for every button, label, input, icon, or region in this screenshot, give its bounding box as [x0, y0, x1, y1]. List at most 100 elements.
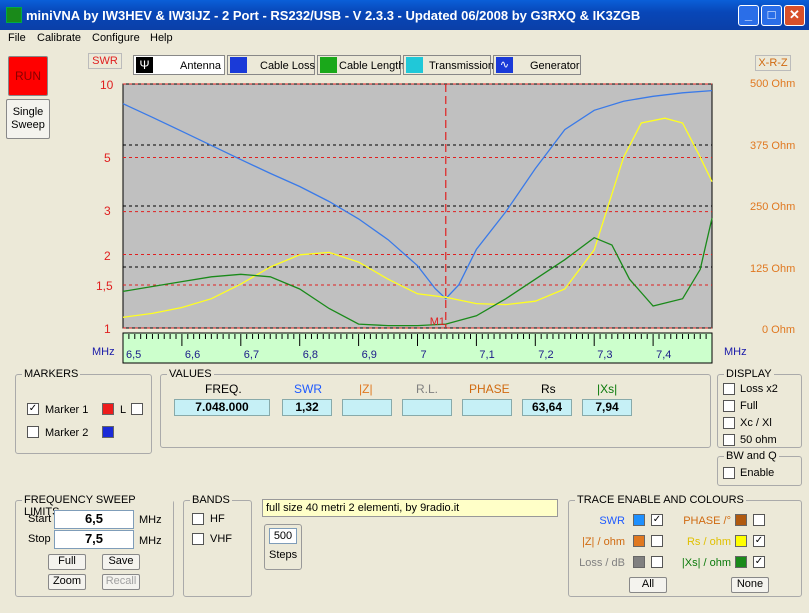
xc-xl-label: Xc / Xl — [740, 417, 772, 429]
vhf-label: VHF — [210, 533, 232, 545]
bands-panel: BANDS HF VHF — [183, 494, 252, 597]
x-tick-label-4: 6,9 — [362, 349, 377, 361]
freq-header: FREQ. — [205, 382, 242, 396]
trace-color-5[interactable] — [735, 556, 747, 568]
trace-label-1: |Z| / ohm — [581, 536, 625, 548]
bw-q-panel: BW and Q Enable — [717, 450, 802, 486]
recall-button[interactable]: Recall — [102, 574, 140, 590]
rs-header: Rs — [541, 382, 556, 396]
trace-none-button[interactable]: None — [731, 577, 769, 593]
trace-checkbox-1[interactable] — [651, 535, 663, 547]
trace-color-2[interactable] — [633, 556, 645, 568]
full-checkbox[interactable] — [723, 400, 735, 412]
phase-header: PHASE — [469, 382, 510, 396]
trace-color-3[interactable] — [735, 514, 747, 526]
mode-toolbar: Ψ Antenna Cable Loss Cable Length Transm… — [133, 55, 581, 75]
full-button[interactable]: Full — [48, 554, 86, 570]
x-tick-label-5: 7 — [421, 349, 427, 361]
marker1-label: Marker 1 — [45, 404, 89, 416]
x-tick-label-9: 7,4 — [656, 349, 671, 361]
loss-x2-label: Loss x2 — [740, 383, 778, 395]
50-ohm-checkbox[interactable] — [723, 434, 735, 446]
loss-x2-checkbox[interactable] — [723, 383, 735, 395]
display-panel: DISPLAY Loss x2 Full Xc / Xl 50 ohm — [717, 368, 802, 448]
freq-value: 7.048.000 — [174, 399, 270, 416]
menu-calibrate[interactable]: Calibrate — [37, 32, 81, 44]
marker1-checkbox[interactable]: ✓ — [27, 403, 39, 415]
description-field[interactable]: full size 40 metri 2 elementi, by 9radio… — [262, 499, 558, 517]
bw-q-enable-label: Enable — [740, 467, 775, 479]
sweep-limits-panel: FREQUENCY SWEEP LIMITS Start 6,5 MHz Sto… — [15, 494, 174, 597]
menu-file[interactable]: File — [8, 32, 26, 44]
close-button[interactable]: ✕ — [784, 5, 805, 26]
mode-transmission[interactable]: Transmission — [403, 55, 494, 75]
marker1-color[interactable] — [102, 403, 114, 415]
mode-cable-loss[interactable]: Cable Loss — [227, 55, 315, 75]
trace-checkbox-5[interactable]: ✓ — [753, 556, 765, 568]
mode-antenna[interactable]: Ψ Antenna — [133, 55, 225, 75]
app-icon — [6, 7, 22, 23]
trace-all-button[interactable]: All — [629, 577, 667, 593]
trace-label-2: Loss / dB — [579, 557, 625, 569]
x-tick-label-2: 6,7 — [244, 349, 259, 361]
mode-cable-length-label: Cable Length — [339, 60, 405, 72]
menu-configure[interactable]: Configure — [92, 32, 140, 44]
trace-label-3: PHASE /° — [683, 515, 731, 527]
sweep-chart[interactable]: M1 6,5 6,6 6,7 6,8 6,9 7 7,1 7,2 7,3 7,4 — [0, 76, 809, 366]
trace-label-0: SWR — [599, 515, 625, 527]
trace-title: TRACE ENABLE AND COLOURS — [575, 494, 746, 506]
trace-color-0[interactable] — [633, 514, 645, 526]
mode-cable-length[interactable]: Cable Length — [317, 55, 405, 75]
menu-bar: File Calibrate Configure Help — [0, 30, 809, 48]
rl-value — [402, 399, 452, 416]
xs-header: |Xs| — [597, 382, 618, 396]
marker1-l-checkbox[interactable] — [131, 403, 143, 415]
values-panel: VALUES FREQ. SWR |Z| R.L. PHASE Rs |Xs| … — [160, 368, 711, 448]
zoom-button[interactable]: Zoom — [48, 574, 86, 590]
xc-xl-checkbox[interactable] — [723, 417, 735, 429]
xrz-axis-title: X-R-Z — [755, 55, 791, 71]
mode-generator[interactable]: ∿ Generator — [493, 55, 581, 75]
trace-color-4[interactable] — [735, 535, 747, 547]
menu-help[interactable]: Help — [150, 32, 173, 44]
swr-axis-title: SWR — [88, 53, 122, 69]
hf-checkbox[interactable] — [192, 513, 204, 525]
trace-checkbox-4[interactable]: ✓ — [753, 535, 765, 547]
trace-color-1[interactable] — [633, 535, 645, 547]
stop-frequency-input[interactable]: 7,5 — [54, 530, 134, 549]
chart-area: 10 5 3 2 1,5 1 500 Ohm 375 Ohm 250 Ohm 1… — [0, 76, 809, 366]
steps-label: Steps — [269, 549, 298, 561]
cable-length-icon — [320, 57, 337, 73]
swr-value: 1,32 — [282, 399, 332, 416]
marker2-color[interactable] — [102, 426, 114, 438]
bands-title: BANDS — [190, 494, 232, 506]
vhf-checkbox[interactable] — [192, 533, 204, 545]
start-label: Start — [28, 513, 52, 525]
trace-checkbox-3[interactable] — [753, 514, 765, 526]
save-button[interactable]: Save — [102, 554, 140, 570]
trace-checkbox-2[interactable] — [651, 556, 663, 568]
trace-label-4: Rs / ohm — [686, 536, 731, 548]
z-header: |Z| — [359, 382, 373, 396]
marker-label: M1 — [430, 316, 445, 328]
marker1-l-label: L — [120, 404, 127, 416]
mode-antenna-label: Antenna — [180, 60, 221, 72]
start-frequency-input[interactable]: 6,5 — [54, 510, 134, 529]
maximize-button[interactable]: □ — [761, 5, 782, 26]
50-ohm-label: 50 ohm — [740, 434, 777, 446]
trace-label-5: |Xs| / ohm — [681, 557, 731, 569]
markers-title: MARKERS — [22, 368, 81, 380]
rl-header: R.L. — [416, 382, 439, 396]
bw-q-enable-checkbox[interactable] — [723, 467, 735, 479]
values-title: VALUES — [167, 368, 214, 380]
marker2-checkbox[interactable] — [27, 426, 39, 438]
window-title: miniVNA by IW3HEV & IW3IJZ - 2 Port - RS… — [26, 8, 641, 23]
minimize-button[interactable]: _ — [738, 5, 759, 26]
stop-unit: MHz — [139, 535, 162, 547]
marker2-label: Marker 2 — [45, 427, 89, 439]
x-tick-label-0: 6,5 — [126, 349, 141, 361]
steps-input[interactable]: 500 — [269, 528, 297, 544]
start-unit: MHz — [139, 514, 162, 526]
display-title: DISPLAY — [724, 368, 774, 380]
trace-checkbox-0[interactable]: ✓ — [651, 514, 663, 526]
